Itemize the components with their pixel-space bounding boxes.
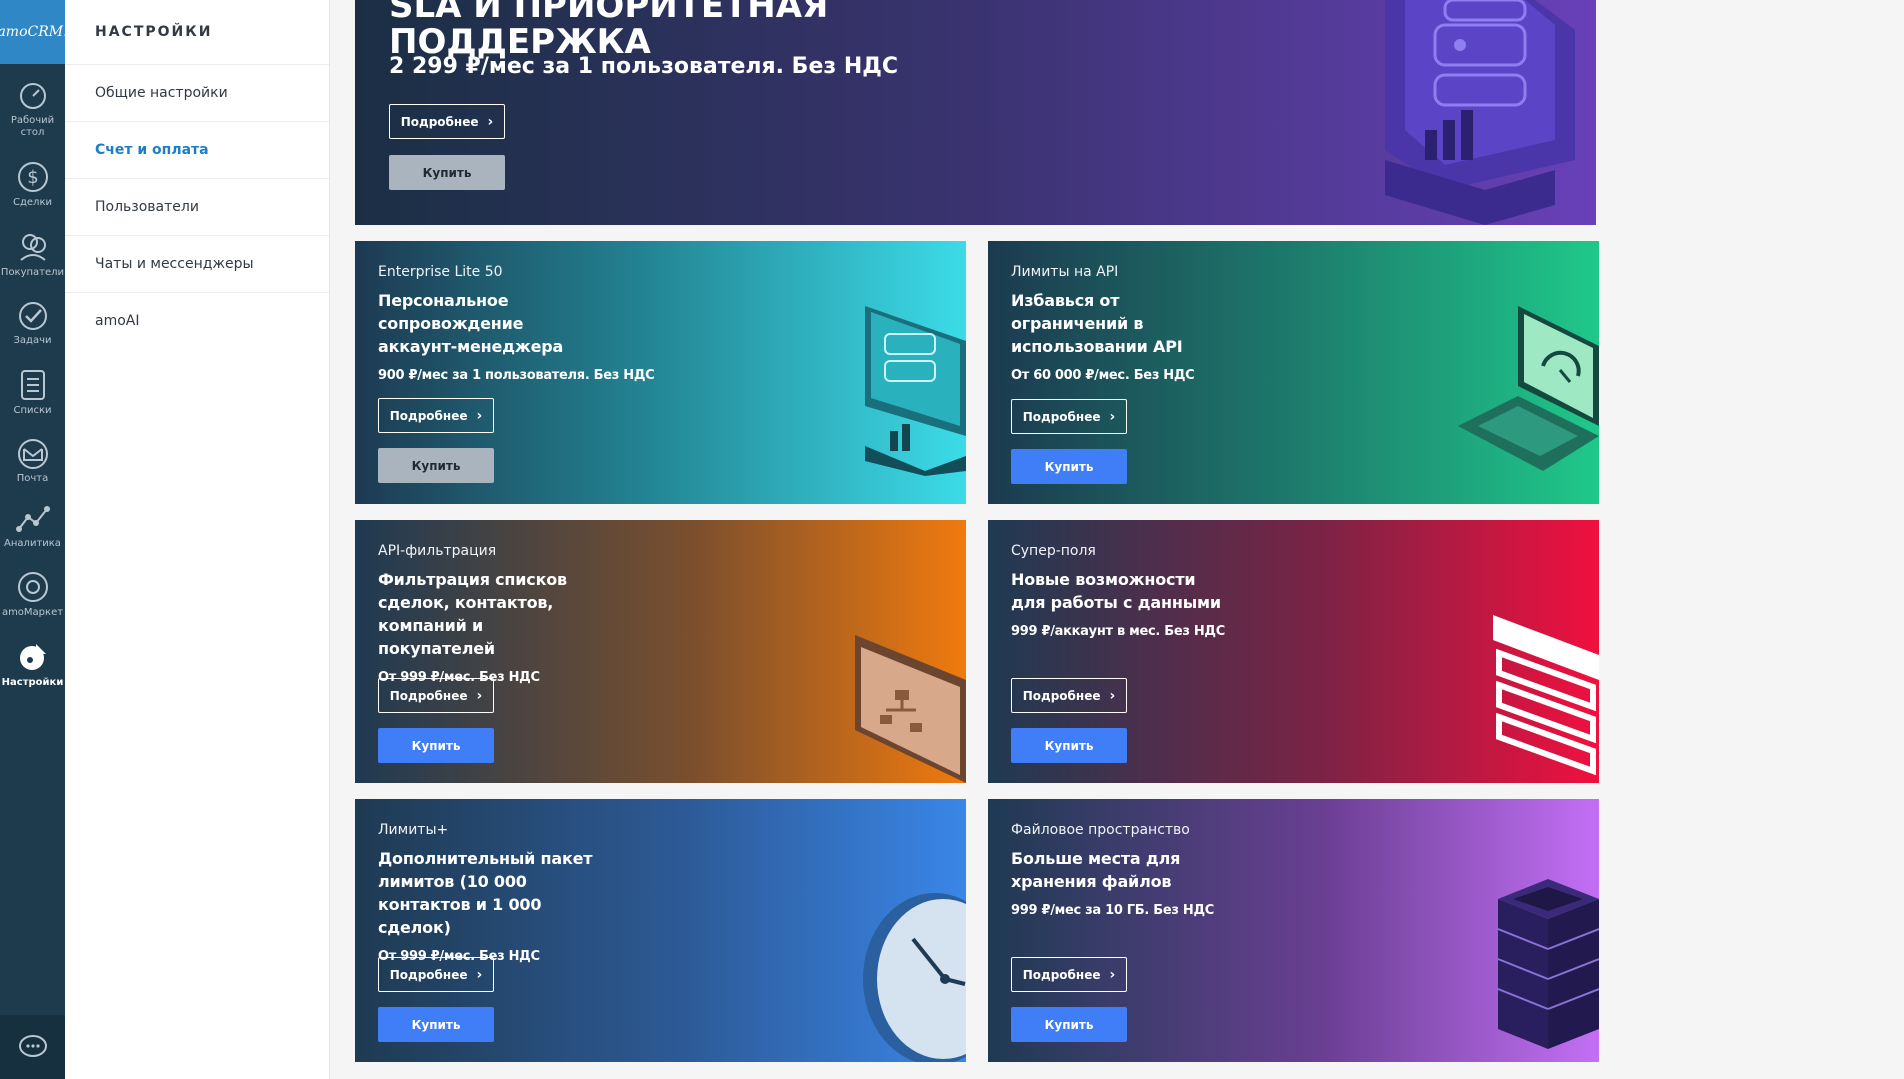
buy-button[interactable]: Купить	[1011, 728, 1127, 763]
buy-button[interactable]: Купить	[378, 448, 494, 483]
more-button[interactable]: Подробнее ›	[378, 398, 494, 433]
sidebar-item-users[interactable]: Пользователи	[65, 179, 329, 236]
nav-label: Почта	[16, 473, 49, 484]
nav-label: Покупатели	[0, 267, 65, 278]
chevron-right-icon: ›	[1109, 687, 1116, 704]
nav-analytics[interactable]: Аналитика	[0, 503, 65, 550]
offer-title: SLA И ПРИОРИТЕТНАЯ ПОДДЕРЖКА	[389, 0, 829, 62]
svg-text:$: $	[27, 167, 38, 188]
chevron-right-icon: ›	[476, 687, 483, 704]
checkmark-icon	[18, 302, 47, 330]
sidebar-item-billing[interactable]: Счет и оплата	[65, 122, 329, 179]
mail-icon	[17, 439, 48, 469]
offer-tag: Лимиты на API	[1011, 264, 1119, 280]
nav-label: Настройки	[1, 677, 64, 688]
sidebar-item-amoai[interactable]: amoAI	[65, 293, 329, 349]
main-nav-rail: amoCRM. Рабочий стол $ Сделки Покупатели…	[0, 0, 68, 1079]
offer-title: Персональное сопровождение аккаунт-менед…	[378, 289, 655, 387]
chevron-right-icon: ›	[476, 966, 483, 983]
offer-title: Фильтрация списков сделок, контактов, ко…	[378, 568, 598, 689]
more-button[interactable]: Подробнее ›	[389, 104, 505, 139]
chat-bubble-icon	[18, 1035, 47, 1057]
chevron-right-icon: ›	[1109, 408, 1116, 425]
sidebar-title: НАСТРОЙКИ	[65, 0, 329, 65]
laptop-illustration	[1458, 306, 1599, 471]
offer-price: 999 ₽/мес за 10 ГБ. Без НДС	[1011, 903, 1214, 918]
offer-tag: Супер-поля	[1011, 543, 1096, 559]
amocrm-logo[interactable]: amoCRM.	[0, 0, 68, 64]
chevron-right-icon: ›	[476, 407, 483, 424]
offer-card-super-fields: Супер-поля Новые возможности для работы …	[988, 520, 1599, 783]
nav-label: Аналитика	[4, 538, 61, 549]
sidebar-item-general[interactable]: Общие настройки	[65, 65, 329, 122]
buy-button[interactable]: Купить	[378, 1007, 494, 1042]
buy-button[interactable]: Купить	[378, 728, 494, 763]
more-button[interactable]: Подробнее ›	[1011, 678, 1127, 713]
more-button[interactable]: Подробнее ›	[1011, 399, 1127, 434]
more-button[interactable]: Подробнее ›	[1011, 957, 1127, 992]
wrench-icon	[19, 644, 46, 670]
nav-dashboard[interactable]: Рабочий стол	[0, 80, 65, 139]
nav-amomarket[interactable]: amoМаркет	[0, 570, 65, 619]
offer-title: Избавься от ограничений в использовании …	[1011, 289, 1231, 387]
offer-title: Новые возможности для работы с данными 9…	[1011, 568, 1231, 643]
chevron-right-icon: ›	[487, 113, 494, 130]
offer-tag: Enterprise Lite 50	[378, 264, 503, 280]
dashboard-icon	[19, 83, 46, 109]
server-illustration	[1497, 879, 1599, 1049]
offer-tag: Файловое пространство	[1011, 822, 1190, 838]
offer-card-limits-plus: Лимиты+ Дополнительный пакет лимитов (10…	[355, 799, 966, 1062]
buy-button[interactable]: Купить	[1011, 449, 1127, 484]
offer-price: 2 299 ₽/мес за 1 пользователя. Без НДС	[389, 54, 898, 79]
buy-button[interactable]: Купить	[389, 155, 505, 190]
settings-sidebar: НАСТРОЙКИ Общие настройки Счет и оплата …	[65, 0, 330, 1079]
nav-label: Сделки	[13, 197, 52, 208]
offer-title: Больше места для хранения файлов 999 ₽/м…	[1011, 847, 1231, 922]
clock-icon	[863, 893, 966, 1062]
buy-button[interactable]: Купить	[1011, 1007, 1127, 1042]
offer-card-file-storage: Файловое пространство Больше места для х…	[988, 799, 1599, 1062]
offer-tag: Лимиты+	[378, 822, 449, 838]
customers-icon	[19, 234, 46, 261]
monitor-illustration	[865, 306, 966, 476]
offer-card-enterprise-lite: Enterprise Lite 50 Персональное сопровож…	[355, 241, 966, 504]
offer-price: От 60 000 ₽/мес. Без НДС	[1011, 368, 1195, 383]
sidebar-item-chats[interactable]: Чаты и мессенджеры	[65, 236, 329, 293]
offer-card-sla: SLA И ПРИОРИТЕТНАЯ ПОДДЕРЖКА 2 299 ₽/мес…	[355, 0, 1596, 225]
analytics-icon	[15, 506, 50, 532]
more-button[interactable]: Подробнее ›	[378, 678, 494, 713]
chat-button[interactable]	[0, 1015, 65, 1079]
nav-label: amoМаркет	[1, 607, 64, 618]
offer-price: 999 ₽/аккаунт в мес. Без НДС	[1011, 624, 1225, 639]
offer-title: Дополнительный пакет лимитов (10 000 кон…	[378, 847, 598, 968]
offer-card-api-limits: Лимиты на API Избавься от ограничений в …	[988, 241, 1599, 504]
chevron-right-icon: ›	[1109, 966, 1116, 983]
list-icon	[20, 370, 45, 400]
offer-card-api-filter: API-фильтрация Фильтрация списков сделок…	[355, 520, 966, 783]
offer-price: 900 ₽/мес за 1 пользователя. Без НДС	[378, 368, 655, 383]
nav-deals[interactable]: $ Сделки	[0, 160, 65, 209]
nav-customers[interactable]: Покупатели	[0, 230, 65, 279]
window-illustration	[855, 635, 966, 783]
market-icon	[17, 572, 48, 602]
fields-illustration	[1493, 615, 1599, 776]
offer-tag: API-фильтрация	[378, 543, 497, 559]
nav-settings[interactable]: Настройки	[0, 640, 65, 689]
more-button[interactable]: Подробнее ›	[378, 957, 494, 992]
nav-label: Задачи	[13, 335, 52, 346]
monitor-illustration	[1385, 0, 1575, 225]
nav-label: Списки	[13, 405, 52, 416]
nav-tasks[interactable]: Задачи	[0, 300, 65, 347]
nav-lists[interactable]: Списки	[0, 368, 65, 417]
nav-mail[interactable]: Почта	[0, 438, 65, 485]
nav-label: Рабочий стол	[10, 115, 55, 138]
dollar-icon: $	[17, 162, 48, 192]
